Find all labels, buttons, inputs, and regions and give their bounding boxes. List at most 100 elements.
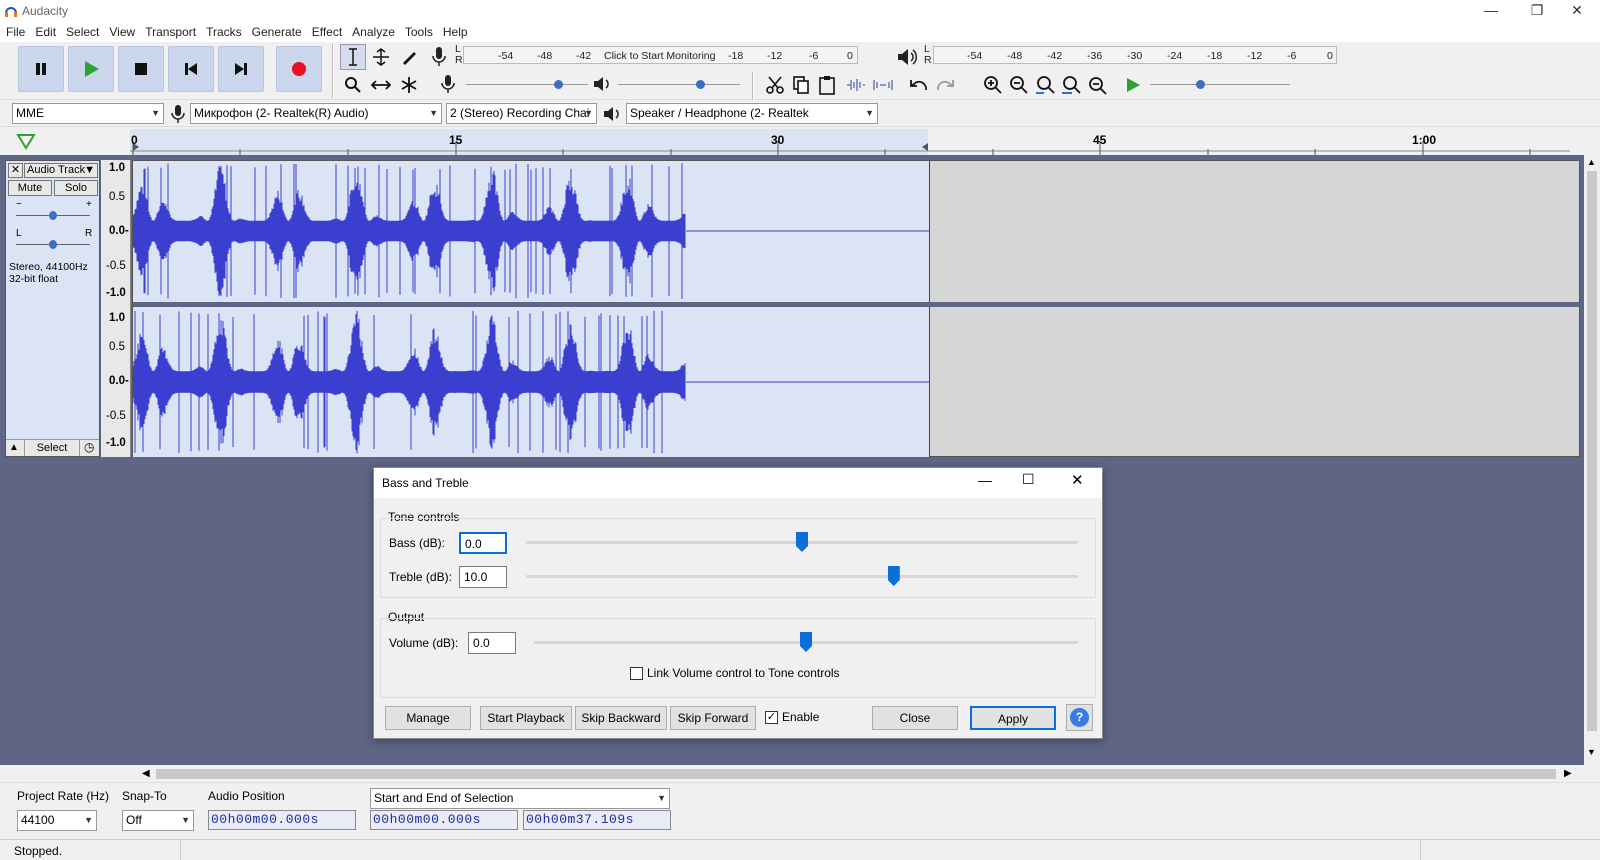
link-volume-checkbox[interactable] — [630, 667, 643, 680]
recording-channels-select[interactable]: 2 (Stereo) Recording Chai ▼ — [446, 103, 597, 124]
solo-button[interactable]: Solo — [54, 180, 98, 196]
dialog-maximize-icon[interactable]: ☐ — [1022, 471, 1035, 488]
menu-effect[interactable]: Effect — [307, 22, 347, 42]
audio-position-time[interactable]: 00h00m00.000s — [208, 810, 356, 830]
scroll-thumb[interactable] — [156, 769, 1556, 779]
double-arrow-icon — [371, 80, 391, 90]
audio-host-select[interactable]: MME ▼ — [12, 103, 164, 124]
fit-selection-button[interactable] — [1032, 72, 1058, 98]
draw-tool-button[interactable] — [396, 44, 422, 70]
dialog-minimize-icon[interactable]: — — [978, 472, 992, 488]
silence-button[interactable] — [870, 72, 896, 98]
scroll-down-icon[interactable]: ▼ — [1587, 747, 1596, 757]
collapse-track-icon[interactable]: ▲ — [9, 442, 19, 453]
bass-input[interactable]: 0.0 — [459, 532, 507, 554]
close-window-icon[interactable]: ✕ — [1554, 0, 1600, 22]
paste-button[interactable] — [814, 72, 840, 98]
selection-end-time[interactable]: 00h00m37.109s — [523, 810, 671, 830]
treble-slider-thumb[interactable] — [887, 566, 900, 586]
undo-button[interactable] — [906, 72, 932, 98]
close-button[interactable]: Close — [872, 706, 958, 730]
minimize-icon[interactable]: — — [1468, 0, 1514, 22]
play-button[interactable] — [68, 46, 114, 92]
fit-project-button[interactable] — [1058, 72, 1084, 98]
record-button[interactable] — [276, 46, 322, 92]
enable-checkbox[interactable]: ✓ — [765, 711, 778, 724]
treble-input[interactable]: 10.0 — [459, 566, 507, 588]
skip-forward-button[interactable]: Skip Forward — [670, 706, 756, 730]
playback-meter[interactable]: -54 -48 -42 -36 -30 -24 -18 -12 -6 0 — [933, 46, 1337, 64]
skip-backward-button[interactable]: Skip Backward — [575, 706, 667, 730]
mute-button[interactable]: Mute — [8, 180, 52, 196]
dialog-close-icon[interactable]: ✕ — [1071, 471, 1084, 489]
gain-slider[interactable] — [16, 210, 90, 222]
select-track-button[interactable]: Select — [24, 440, 80, 456]
start-monitoring-text[interactable]: Click to Start Monitoring — [604, 50, 715, 62]
play-at-speed-button[interactable] — [1120, 72, 1146, 98]
scroll-up-icon[interactable]: ▲ — [1587, 157, 1596, 167]
recording-device-select[interactable]: Микрофон (2- Realtek(R) Audio) ▼ — [190, 103, 442, 124]
timeline-ruler[interactable]: 0 15 30 45 1:00 — [0, 129, 1600, 155]
stop-button[interactable] — [118, 46, 164, 92]
record-meter[interactable]: -54 -48 -42 Click to Start Monitoring -1… — [463, 46, 858, 64]
multi-tool-button[interactable] — [396, 72, 422, 98]
speaker-icon[interactable] — [896, 47, 918, 67]
selection-start-time[interactable]: 00h00m00.000s — [370, 810, 518, 830]
menu-edit[interactable]: Edit — [30, 22, 61, 42]
playback-volume-slider[interactable] — [618, 75, 740, 95]
playback-device-select[interactable]: Speaker / Headphone (2- Realtek ▼ — [626, 103, 878, 124]
help-button[interactable]: ? — [1066, 704, 1093, 731]
volume-slider[interactable] — [534, 630, 1078, 654]
treble-slider[interactable] — [526, 564, 1078, 588]
timeshift-tool-button[interactable] — [368, 72, 394, 98]
waveform-area[interactable] — [132, 160, 1581, 458]
pause-button[interactable] — [18, 46, 64, 92]
zoom-in-button[interactable] — [980, 72, 1006, 98]
menu-file[interactable]: File — [0, 22, 30, 42]
skip-start-button[interactable] — [168, 46, 214, 92]
close-track-icon[interactable]: ✕ — [8, 163, 23, 178]
zoom-out-button[interactable] — [1006, 72, 1032, 98]
bass-slider-thumb[interactable] — [796, 532, 808, 552]
zoom-tool-button[interactable] — [340, 72, 366, 98]
scroll-thumb[interactable] — [1587, 171, 1597, 731]
scroll-left-icon[interactable]: ◀ — [142, 768, 150, 779]
play-speed-slider[interactable] — [1150, 75, 1290, 95]
volume-input[interactable]: 0.0 — [468, 632, 516, 654]
track-name-menu[interactable]: Audio Track ▼ — [24, 163, 98, 178]
horizontal-scrollbar[interactable]: ◀ ▶ — [140, 766, 1580, 782]
manage-button[interactable]: Manage — [385, 706, 471, 730]
copy-button[interactable] — [788, 72, 814, 98]
scroll-right-icon[interactable]: ▶ — [1564, 768, 1572, 779]
volume-slider-thumb[interactable] — [800, 632, 812, 652]
timeline-label: 1:00 — [1412, 133, 1437, 147]
skip-end-button[interactable] — [218, 46, 264, 92]
selection-mode-select[interactable]: Start and End of Selection ▼ — [370, 788, 670, 809]
menu-transport[interactable]: Transport — [140, 22, 201, 42]
bass-slider[interactable] — [526, 530, 1078, 554]
zoom-toggle-button[interactable] — [1084, 72, 1110, 98]
menu-tools[interactable]: Tools — [400, 22, 438, 42]
project-rate-value: 44100 — [21, 813, 55, 827]
record-volume-slider[interactable] — [466, 75, 588, 95]
recording-device-value: Микрофон (2- Realtek(R) Audio) — [194, 106, 369, 120]
start-playback-button[interactable]: Start Playback — [480, 706, 572, 730]
microphone-icon[interactable] — [430, 46, 448, 68]
vertical-scrollbar[interactable]: ▲ ▼ — [1584, 155, 1600, 765]
pan-slider[interactable] — [16, 239, 90, 251]
snap-to-select[interactable]: Off ▼ — [122, 810, 194, 831]
menu-analyze[interactable]: Analyze — [347, 22, 400, 42]
apply-button[interactable]: Apply — [970, 706, 1056, 730]
menu-tracks[interactable]: Tracks — [201, 22, 247, 42]
selection-tool-button[interactable] — [340, 44, 366, 70]
envelope-tool-button[interactable] — [368, 44, 394, 70]
cut-button[interactable] — [762, 72, 788, 98]
menu-select[interactable]: Select — [61, 22, 104, 42]
menu-help[interactable]: Help — [438, 22, 473, 42]
trim-button[interactable] — [843, 72, 869, 98]
record-icon — [292, 62, 306, 76]
project-rate-select[interactable]: 44100 ▼ — [17, 810, 97, 831]
menu-view[interactable]: View — [104, 22, 140, 42]
redo-button[interactable] — [932, 72, 958, 98]
menu-generate[interactable]: Generate — [247, 22, 307, 42]
